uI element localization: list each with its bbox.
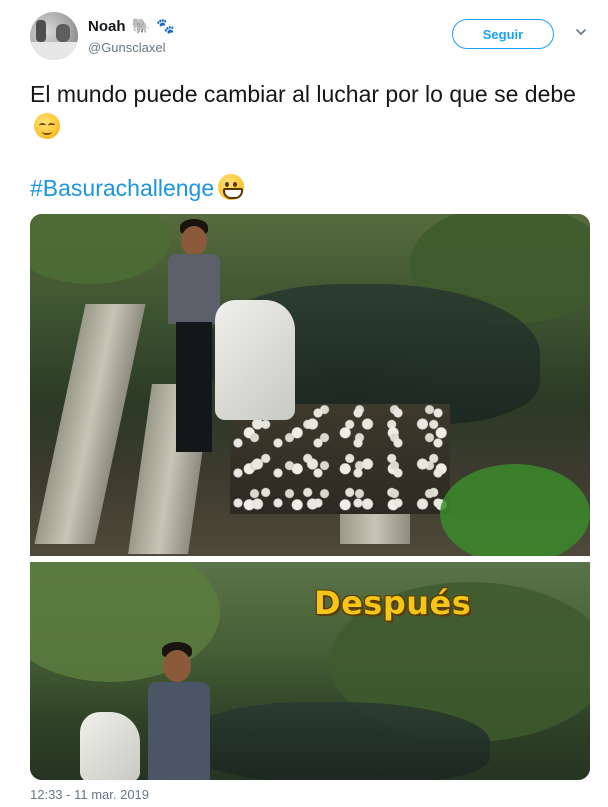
display-name[interactable]: Noah	[88, 18, 126, 35]
after-photo[interactable]	[30, 562, 590, 780]
hashtag-link[interactable]: #Basurachallenge	[30, 175, 214, 201]
avatar-tree	[56, 24, 70, 42]
trash-pile	[230, 404, 450, 514]
tweet-body: El mundo puede cambiar al luchar por lo …	[30, 81, 576, 107]
stone-wall	[34, 304, 146, 544]
avatar-ground	[30, 42, 78, 60]
grinning-face-icon	[218, 174, 245, 200]
avatar-tree	[36, 20, 46, 42]
elephant-icon: 🐘	[131, 18, 151, 35]
hashtag-line: #Basurachallenge	[30, 172, 245, 205]
trash-bag	[215, 300, 295, 420]
relieved-face-icon	[34, 113, 60, 139]
trash-bag	[80, 712, 140, 780]
chevron-down-icon[interactable]	[575, 26, 587, 38]
paw-prints-icon: 🐾	[156, 18, 175, 35]
tweet-media[interactable]: Después	[30, 214, 590, 780]
tweet-text: El mundo puede cambiar al luchar por lo …	[30, 78, 590, 144]
before-photo[interactable]	[30, 214, 590, 556]
tweet-timestamp[interactable]: 12:33 - 11 mar. 2019	[30, 787, 149, 802]
follow-button[interactable]: Seguir	[452, 19, 554, 49]
name-row: Noah 🐘 🐾	[88, 18, 175, 35]
after-caption: Después	[314, 584, 472, 622]
user-avatar[interactable]	[30, 12, 78, 60]
user-handle[interactable]: @Gunsclaxel	[88, 40, 166, 55]
tweet-header: Noah 🐘 🐾 @Gunsclaxel Seguir	[30, 12, 590, 60]
